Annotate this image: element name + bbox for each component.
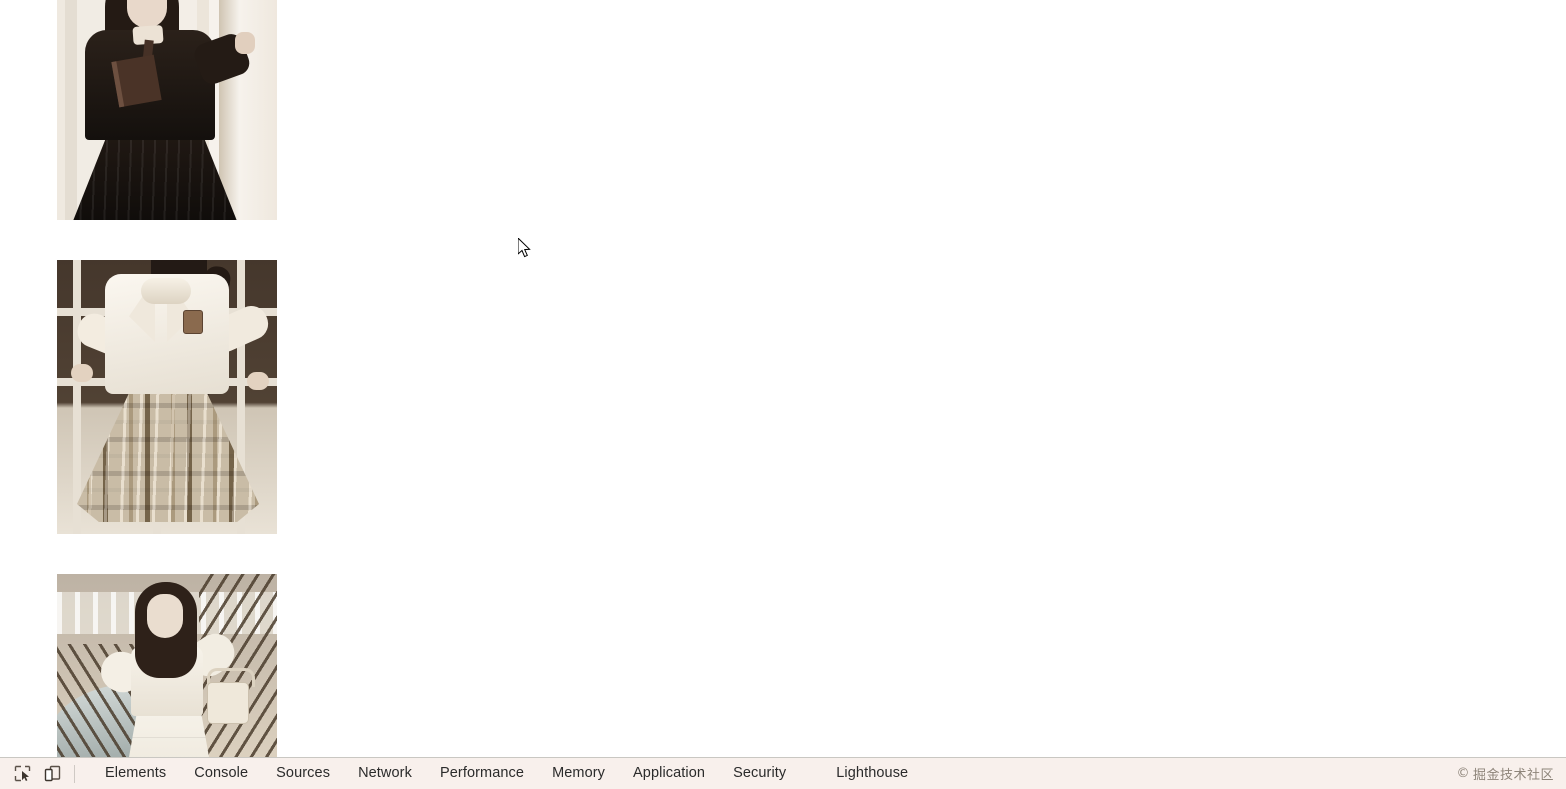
tab-console[interactable]: Console bbox=[180, 758, 262, 789]
tab-memory[interactable]: Memory bbox=[538, 758, 619, 789]
tab-lighthouse[interactable]: Lighthouse bbox=[822, 758, 922, 789]
devtools-icon-group bbox=[0, 764, 91, 784]
toolbar-divider bbox=[74, 764, 75, 783]
photo-hand-right bbox=[247, 372, 269, 390]
product-photo-2[interactable] bbox=[57, 260, 277, 534]
mouse-cursor bbox=[517, 236, 532, 260]
photo-shoulder-bag bbox=[207, 682, 249, 724]
photo-hand-left bbox=[71, 364, 93, 382]
tab-performance[interactable]: Performance bbox=[426, 758, 538, 789]
tab-elements[interactable]: Elements bbox=[91, 758, 180, 789]
watermark: © 掘金技术社区 bbox=[1456, 764, 1566, 783]
tab-security[interactable]: Security bbox=[719, 758, 800, 789]
product-photo-3[interactable] bbox=[57, 574, 277, 757]
photo-crest-badge bbox=[183, 310, 203, 334]
watermark-text: 掘金技术社区 bbox=[1472, 768, 1554, 783]
photo-book bbox=[111, 54, 162, 108]
photo-bow-tie bbox=[141, 278, 191, 304]
tab-network[interactable]: Network bbox=[344, 758, 426, 789]
list-item[interactable] bbox=[57, 260, 277, 534]
copyright-icon: © bbox=[1456, 766, 1470, 781]
product-image-list bbox=[57, 0, 277, 757]
list-item[interactable] bbox=[57, 574, 277, 757]
photo-face bbox=[147, 594, 183, 638]
list-item[interactable] bbox=[57, 0, 277, 220]
tab-sources[interactable]: Sources bbox=[262, 758, 344, 789]
tab-application[interactable]: Application bbox=[619, 758, 719, 789]
photo-hand bbox=[235, 32, 255, 54]
inspect-element-icon[interactable] bbox=[12, 764, 32, 784]
page-viewport bbox=[0, 0, 1566, 757]
product-photo-1[interactable] bbox=[57, 0, 277, 220]
device-toolbar-icon[interactable] bbox=[42, 764, 62, 784]
devtools-panel: Elements Console Sources Network Perform… bbox=[0, 757, 1566, 789]
devtools-tab-strip: Elements Console Sources Network Perform… bbox=[91, 758, 922, 789]
